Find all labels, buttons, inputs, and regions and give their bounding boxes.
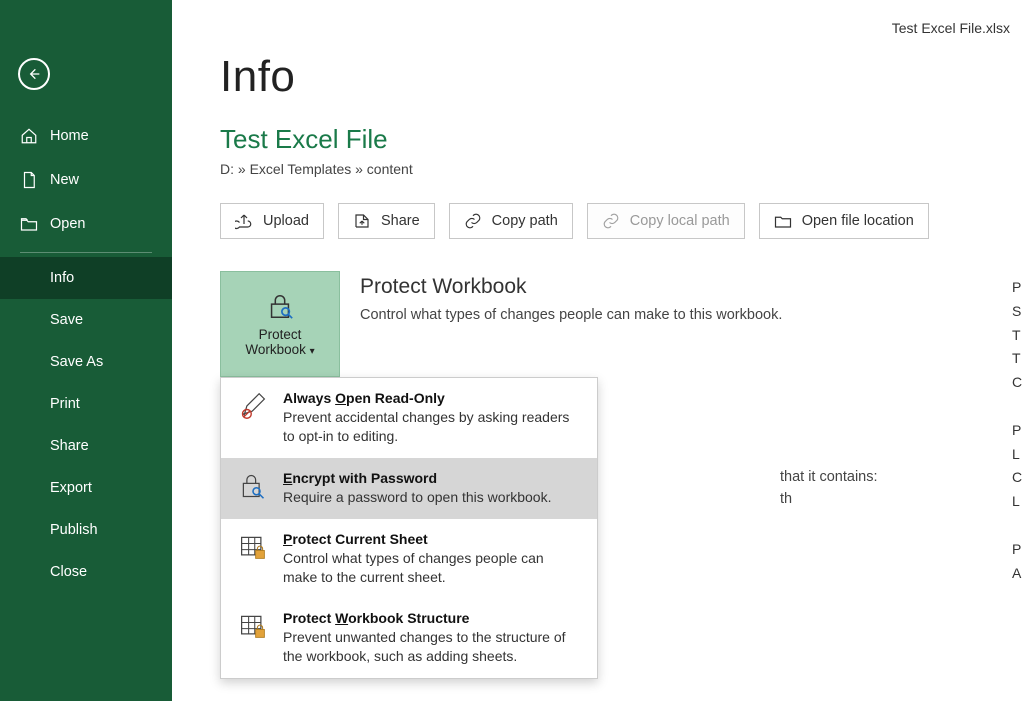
nav-label: Print [50, 396, 80, 412]
nav-label: Open [50, 216, 85, 232]
nav-print[interactable]: Print [0, 383, 172, 425]
nav-save[interactable]: Save [0, 299, 172, 341]
button-label-line1: Protect [259, 327, 302, 342]
nav-label: Home [50, 128, 89, 144]
breadcrumb: D: » Excel Templates » content [220, 161, 1024, 177]
nav-info[interactable]: Info [0, 257, 172, 299]
menu-item-protect-sheet[interactable]: Protect Current Sheet Control what types… [221, 519, 597, 599]
page-heading: Info [220, 52, 1024, 102]
menu-item-title: Protect Workbook Structure [283, 610, 581, 626]
nav-label: New [50, 172, 79, 188]
link-icon [464, 212, 482, 230]
section-description: Control what types of changes people can… [360, 307, 782, 323]
nav-home[interactable]: Home [0, 114, 172, 158]
upload-button[interactable]: Upload [220, 203, 324, 239]
grid-lock-icon [239, 531, 269, 587]
link-icon [602, 212, 620, 230]
backstage-sidebar: Home New Open Info Save Save As Print Sh… [0, 0, 172, 701]
nav-export[interactable]: Export [0, 467, 172, 509]
inspect-partial-text: that it contains: th [780, 466, 878, 511]
nav-share[interactable]: Share [0, 425, 172, 467]
open-folder-icon [20, 215, 38, 233]
nav-label: Info [50, 270, 74, 286]
menu-item-title: Encrypt with Password [283, 470, 551, 486]
arrow-left-icon [26, 66, 42, 82]
sidebar-divider [20, 252, 152, 253]
menu-item-desc: Control what types of changes people can… [283, 549, 581, 587]
menu-item-protect-structure[interactable]: Protect Workbook Structure Prevent unwan… [221, 598, 597, 678]
protect-workbook-menu: Always Open Read-Only Prevent accidental… [220, 377, 598, 679]
lock-search-icon [265, 291, 295, 321]
folder-icon [774, 212, 792, 230]
nav-label: Publish [50, 522, 98, 538]
grid-lock-icon [239, 610, 269, 666]
nav-open[interactable]: Open [0, 202, 172, 246]
nav-close[interactable]: Close [0, 551, 172, 593]
protect-workbook-button[interactable]: Protect Workbook ▾ [220, 271, 340, 377]
open-location-button[interactable]: Open file location [759, 203, 929, 239]
protect-section: Protect Workbook ▾ Always Open Read-Only… [220, 271, 1024, 377]
button-label: Copy path [492, 213, 558, 229]
nav-save-as[interactable]: Save As [0, 341, 172, 383]
button-label: Upload [263, 213, 309, 229]
nav-publish[interactable]: Publish [0, 509, 172, 551]
menu-item-title: Always Open Read-Only [283, 390, 581, 406]
button-label-line2: Workbook [245, 342, 306, 357]
main-content: Info Test Excel File D: » Excel Template… [172, 0, 1024, 701]
action-bar: Upload Share Copy path Copy local path O… [220, 203, 1024, 239]
menu-item-desc: Require a password to open this workbook… [283, 488, 551, 507]
nav-new[interactable]: New [0, 158, 172, 202]
pencil-forbid-icon [239, 390, 269, 446]
menu-item-title: Protect Current Sheet [283, 531, 581, 547]
chevron-down-icon: ▾ [310, 346, 315, 357]
nav-label: Save [50, 312, 83, 328]
nav-label: Save As [50, 354, 103, 370]
copy-path-button[interactable]: Copy path [449, 203, 573, 239]
copy-local-path-button: Copy local path [587, 203, 745, 239]
menu-item-encrypt[interactable]: Encrypt with Password Require a password… [221, 458, 597, 519]
home-icon [20, 127, 38, 145]
new-file-icon [20, 171, 38, 189]
section-title: Protect Workbook [360, 275, 782, 299]
nav-label: Export [50, 480, 92, 496]
back-button[interactable] [18, 58, 50, 90]
nav-label: Share [50, 438, 89, 454]
upload-icon [235, 212, 253, 230]
button-label: Share [381, 213, 420, 229]
document-title: Test Excel File [220, 124, 1024, 155]
button-label: Copy local path [630, 213, 730, 229]
button-label: Open file location [802, 213, 914, 229]
nav-label: Close [50, 564, 87, 580]
share-button[interactable]: Share [338, 203, 435, 239]
properties-panel-edge: P S T T C P L C L P A [1012, 276, 1024, 585]
menu-item-desc: Prevent unwanted changes to the structur… [283, 628, 581, 666]
share-icon [353, 212, 371, 230]
menu-item-read-only[interactable]: Always Open Read-Only Prevent accidental… [221, 378, 597, 458]
lock-search-icon [239, 470, 269, 507]
menu-item-desc: Prevent accidental changes by asking rea… [283, 408, 581, 446]
